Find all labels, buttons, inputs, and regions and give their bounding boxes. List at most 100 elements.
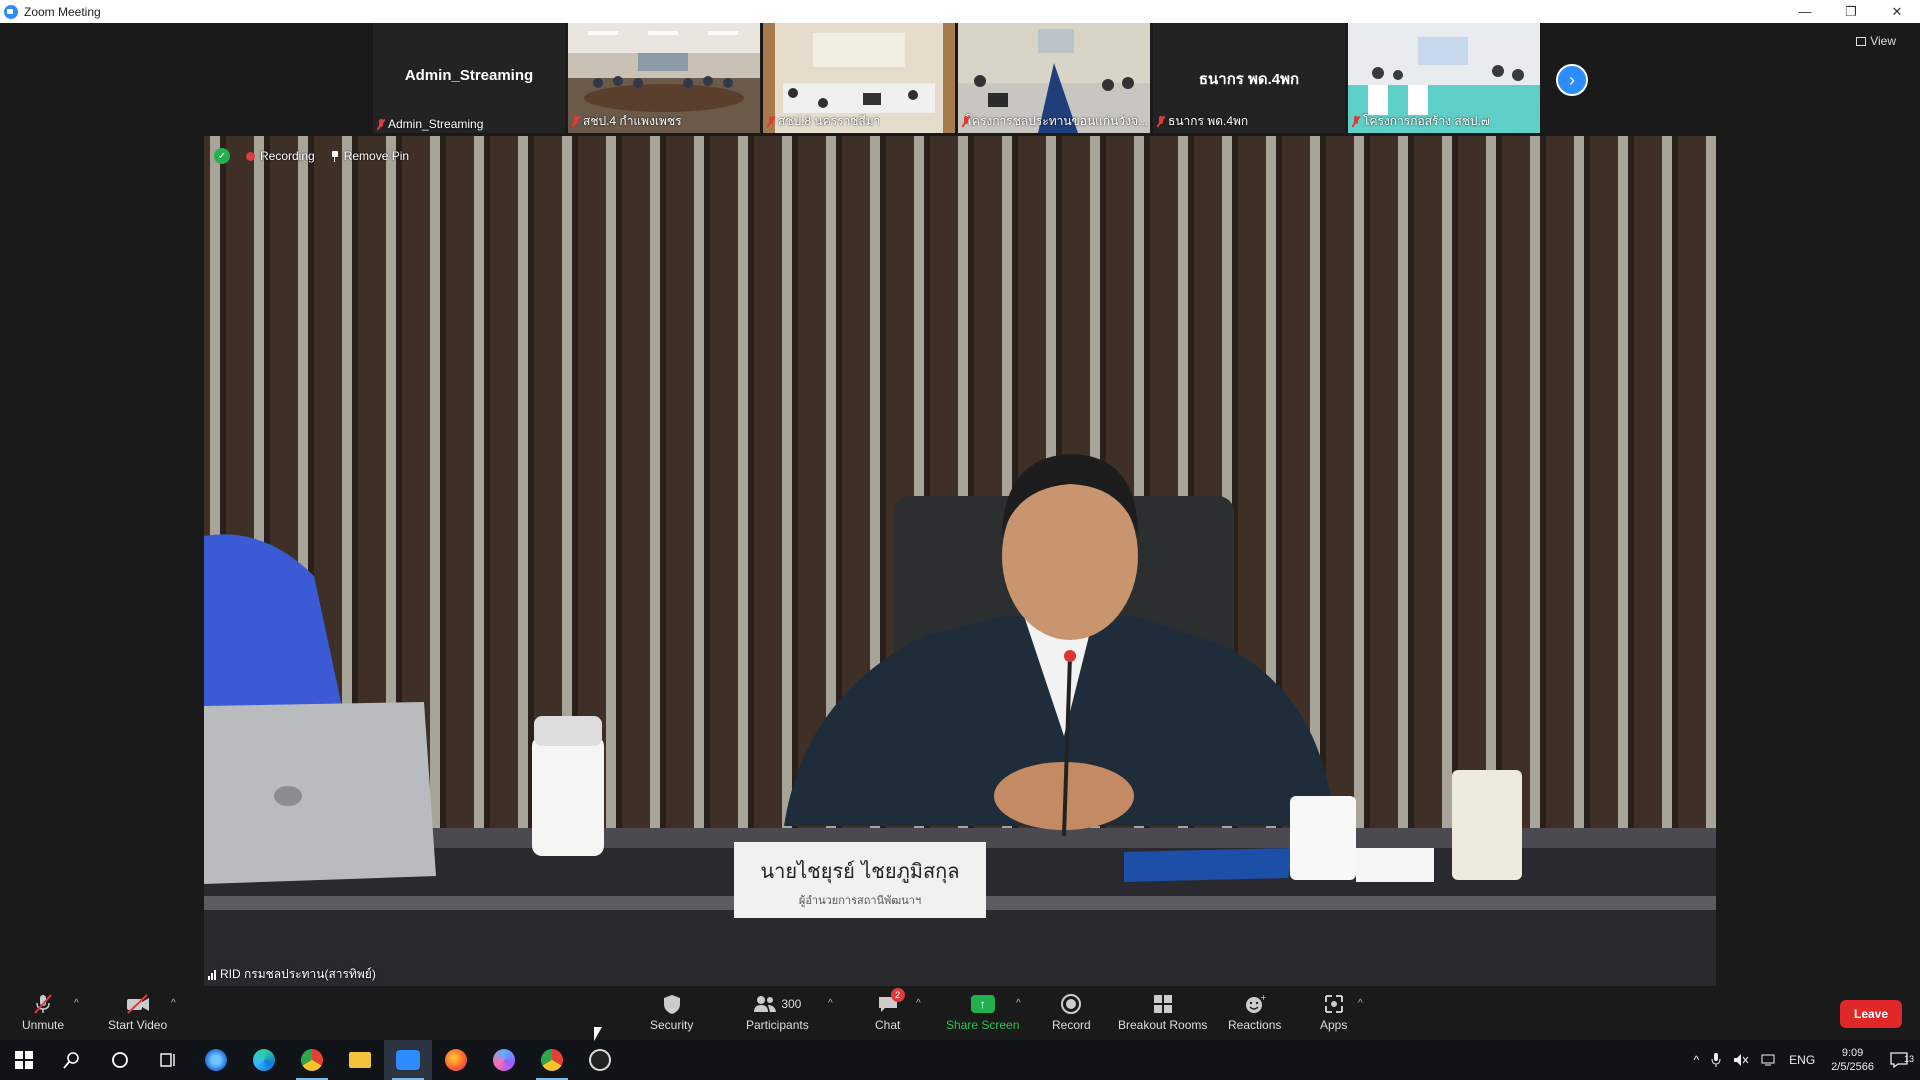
leave-button[interactable]: Leave xyxy=(1840,1000,1902,1028)
remove-pin-button[interactable]: Remove Pin xyxy=(331,149,409,163)
video-options-caret-icon[interactable]: ^ xyxy=(171,998,176,1009)
minimize-button[interactable]: — xyxy=(1782,0,1828,23)
chat-button[interactable]: 2 Chat xyxy=(875,988,905,1032)
taskbar-chrome[interactable] xyxy=(288,1040,336,1080)
nameplate-title: ผู้อำนวยการสถานีพัฒนาฯ xyxy=(798,894,922,907)
chat-caret-icon[interactable]: ^ xyxy=(916,998,921,1009)
pin-icon xyxy=(331,150,339,162)
search-button[interactable] xyxy=(48,1040,96,1080)
participant-label-text: สชป.4 กำแพงเพชร xyxy=(583,114,682,128)
view-button[interactable]: View xyxy=(1856,34,1896,48)
zoom-meeting-window: Zoom Meeting — ❐ ✕ Admin_Streaming Admin… xyxy=(0,0,1920,1080)
volume-muted-icon[interactable] xyxy=(1727,1053,1755,1067)
participants-button[interactable]: 300 Participants xyxy=(746,992,809,1032)
breakout-rooms-button[interactable]: Breakout Rooms xyxy=(1118,992,1207,1032)
participant-tile[interactable]: โครงการชลประทานขอนแก่นวังจ... xyxy=(958,23,1150,133)
apps-label: Apps xyxy=(1320,1018,1348,1032)
taskbar-firefox[interactable] xyxy=(432,1040,480,1080)
chat-icon: 2 xyxy=(877,988,905,1016)
reactions-button[interactable]: + Reactions xyxy=(1228,992,1281,1032)
zoom-app-icon xyxy=(396,1050,420,1070)
apps-icon xyxy=(1323,992,1345,1016)
network-icon[interactable] xyxy=(1755,1053,1783,1067)
windows-taskbar: ^ ENG 9:09 2/5/2566 13 xyxy=(0,1040,1920,1080)
cortana-button[interactable] xyxy=(96,1040,144,1080)
taskbar-app[interactable] xyxy=(480,1040,528,1080)
record-button[interactable]: Record xyxy=(1052,992,1091,1032)
participants-label: Participants xyxy=(746,1018,809,1032)
mic-muted-icon xyxy=(1352,116,1360,127)
chrome-icon xyxy=(541,1049,563,1071)
video-off-icon xyxy=(125,992,151,1016)
participant-tile[interactable]: สชป.4 กำแพงเพชร xyxy=(568,23,760,133)
app-icon xyxy=(493,1049,515,1071)
next-page-button[interactable]: › xyxy=(1556,64,1588,96)
breakout-rooms-icon xyxy=(1152,992,1174,1016)
main-participant-label: RID กรมชลประทาน(สารทิพย์) xyxy=(208,965,376,984)
task-view-button[interactable] xyxy=(144,1040,192,1080)
participant-label-text: สชป.8 นครราชสีมา xyxy=(778,114,881,128)
smiley-icon: + xyxy=(1244,992,1266,1016)
record-icon xyxy=(1060,992,1082,1016)
taskbar-file-explorer[interactable] xyxy=(336,1040,384,1080)
share-screen-button[interactable]: ↑ Share Screen xyxy=(946,992,1019,1032)
security-button[interactable]: Security xyxy=(650,992,693,1032)
participant-tile[interactable]: Admin_Streaming Admin_Streaming xyxy=(373,23,565,133)
notifications-button[interactable]: 13 xyxy=(1884,1052,1920,1068)
cortana-circle-icon xyxy=(112,1052,128,1068)
microphone-icon[interactable] xyxy=(1705,1053,1727,1067)
close-button[interactable]: ✕ xyxy=(1874,0,1920,23)
clock-date: 2/5/2566 xyxy=(1831,1061,1874,1073)
remove-pin-label: Remove Pin xyxy=(343,149,410,163)
participant-strip: Admin_Streaming Admin_Streaming สชป.4 กำ… xyxy=(373,23,1540,133)
meeting-toolbar: Unmute ^ Start Video ^ Security 300 Part… xyxy=(0,986,1920,1040)
clock-time: 9:09 xyxy=(1841,1047,1864,1059)
start-video-label: Start Video xyxy=(108,1018,168,1032)
participant-label-text: โครงการชลประทานขอนแก่นวังจ... xyxy=(965,114,1148,128)
breakout-rooms-label: Breakout Rooms xyxy=(1118,1018,1208,1032)
task-view-icon xyxy=(160,1053,175,1067)
taskbar-chrome-2[interactable] xyxy=(528,1040,576,1080)
share-screen-icon: ↑ xyxy=(970,995,995,1013)
folder-icon xyxy=(349,1052,371,1068)
participant-label-text: ธนากร พด.4พก xyxy=(1168,114,1249,128)
taskbar-recorder[interactable] xyxy=(576,1040,624,1080)
chat-unread-badge: 2 xyxy=(890,988,905,1002)
apps-button[interactable]: Apps xyxy=(1320,992,1347,1032)
participants-caret-icon[interactable]: ^ xyxy=(828,998,833,1009)
mic-muted-icon xyxy=(767,116,775,127)
taskbar-zoom[interactable] xyxy=(384,1040,432,1080)
participant-tile[interactable]: สชป.8 นครราชสีมา xyxy=(763,23,955,133)
windows-logo-icon xyxy=(15,1051,33,1069)
participant-label: Admin_Streaming xyxy=(377,117,483,131)
participant-tile[interactable]: โครงการก่อสร้าง สชป.๗ xyxy=(1348,23,1540,133)
encryption-shield-icon[interactable]: ✓ xyxy=(214,148,230,164)
start-video-button[interactable]: Start Video xyxy=(108,992,167,1032)
participants-count: 300 xyxy=(781,997,802,1011)
participant-label: โครงการชลประทานขอนแก่นวังจ... xyxy=(962,112,1148,131)
window-controls: — ❐ ✕ xyxy=(1782,0,1920,23)
participant-tile[interactable]: ธนากร พด.4พก ธนากร พด.4พก xyxy=(1153,23,1345,133)
taskbar-edge[interactable] xyxy=(240,1040,288,1080)
participant-label: สชป.8 นครราชสีมา xyxy=(767,112,880,131)
main-participant-name: RID กรมชลประทาน(สารทิพย์) xyxy=(220,967,376,981)
participant-label: โครงการก่อสร้าง สชป.๗ xyxy=(1352,112,1490,131)
apps-caret-icon[interactable]: ^ xyxy=(1358,998,1363,1009)
audio-options-caret-icon[interactable]: ^ xyxy=(74,998,79,1009)
recording-indicator[interactable]: Recording xyxy=(246,149,315,163)
recorder-icon xyxy=(589,1049,611,1071)
recording-label: Recording xyxy=(260,149,315,163)
share-caret-icon[interactable]: ^ xyxy=(1016,998,1021,1009)
participant-label: สชป.4 กำแพงเพชร xyxy=(572,112,682,131)
participants-icon-group: 300 xyxy=(753,992,801,1016)
show-hidden-icons-button[interactable]: ^ xyxy=(1688,1053,1706,1067)
clock[interactable]: 9:09 2/5/2566 xyxy=(1821,1046,1884,1074)
start-button[interactable] xyxy=(0,1040,48,1080)
mouse-cursor-icon xyxy=(594,1027,602,1041)
input-language[interactable]: ENG xyxy=(1783,1053,1821,1067)
restore-button[interactable]: ❐ xyxy=(1828,0,1874,23)
zoom-logo-icon xyxy=(4,4,18,19)
taskbar-ie[interactable] xyxy=(192,1040,240,1080)
edge-icon xyxy=(253,1049,275,1071)
unmute-button[interactable]: Unmute xyxy=(22,992,64,1032)
